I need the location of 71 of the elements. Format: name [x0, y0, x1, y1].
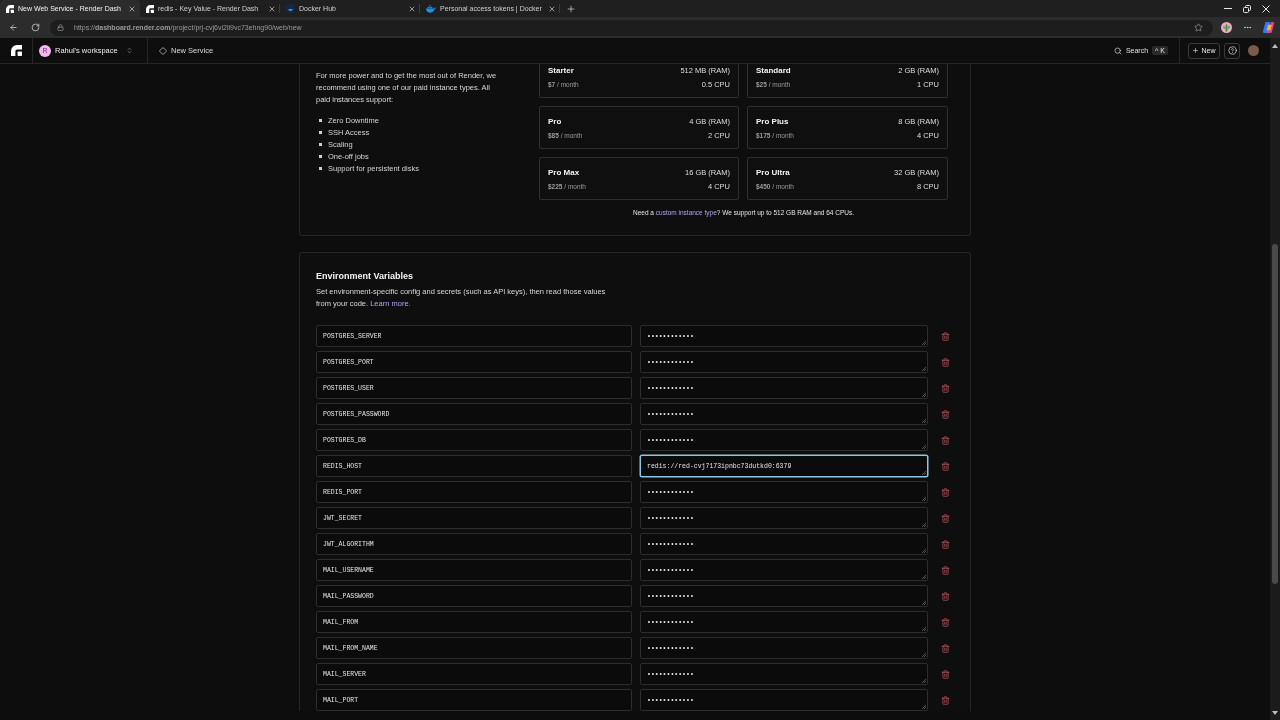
new-tab-icon[interactable]	[566, 3, 576, 14]
help-button[interactable]	[1224, 42, 1240, 59]
resize-handle-icon[interactable]	[922, 367, 926, 371]
scroll-down-icon[interactable]	[1272, 711, 1278, 715]
plan-name: Pro Ultra	[756, 167, 790, 177]
trash-icon[interactable]	[940, 513, 950, 523]
close-icon[interactable]	[548, 4, 556, 13]
scroll-up-icon[interactable]	[1272, 44, 1278, 48]
trash-icon[interactable]	[940, 409, 950, 419]
resize-handle-icon[interactable]	[922, 549, 926, 553]
resize-handle-icon[interactable]	[922, 523, 926, 527]
trash-icon[interactable]	[940, 617, 950, 627]
trash-icon[interactable]	[940, 695, 950, 705]
logo-icon	[10, 45, 22, 56]
plan-name: Pro	[548, 116, 562, 126]
cactus-avatar-icon[interactable]	[1221, 22, 1232, 33]
bullet-icon	[319, 142, 322, 146]
star-icon[interactable]	[1194, 23, 1203, 32]
chevrons-icon	[125, 47, 133, 54]
resize-handle-icon[interactable]	[922, 679, 926, 683]
search-icon	[1113, 46, 1122, 55]
multicolor-app-icon[interactable]	[1263, 22, 1274, 33]
trash-icon[interactable]	[940, 565, 950, 575]
plan-name: Pro Max	[548, 167, 580, 177]
trash-icon[interactable]	[940, 669, 950, 679]
trash-icon[interactable]	[940, 331, 950, 341]
resize-handle-icon[interactable]	[922, 341, 926, 345]
resize-handle-icon[interactable]	[922, 445, 926, 449]
resize-handle-icon[interactable]	[922, 497, 926, 501]
plan-name: Starter	[548, 65, 574, 75]
plan-name: Standard	[756, 65, 791, 75]
whale-icon	[426, 4, 436, 13]
trash-icon[interactable]	[940, 591, 950, 601]
more-icon[interactable]	[1243, 23, 1252, 32]
reload-icon[interactable]	[31, 23, 40, 32]
trash-icon[interactable]	[940, 435, 950, 445]
trash-icon[interactable]	[940, 539, 950, 549]
logo-icon	[146, 4, 154, 13]
bullet-icon	[319, 118, 322, 122]
bullet-icon	[319, 154, 322, 158]
close-icon[interactable]	[268, 4, 276, 13]
scrollbar-thumb[interactable]	[1272, 244, 1278, 584]
resize-handle-icon[interactable]	[922, 419, 926, 423]
resize-handle-icon[interactable]	[922, 393, 926, 397]
trash-icon[interactable]	[940, 487, 950, 497]
circle-logo-icon	[286, 4, 295, 13]
close-icon[interactable]	[408, 4, 416, 13]
restore-icon[interactable]	[1243, 4, 1251, 13]
scrollbar[interactable]	[1270, 38, 1280, 720]
resize-handle-icon[interactable]	[922, 653, 926, 657]
trash-icon[interactable]	[940, 643, 950, 653]
user-avatar[interactable]	[1248, 45, 1259, 56]
logo-icon	[6, 4, 14, 13]
plan-name: Pro Plus	[756, 116, 789, 126]
lock-icon	[57, 24, 64, 31]
resize-handle-icon[interactable]	[922, 575, 926, 579]
help-icon	[1227, 46, 1237, 55]
trash-icon[interactable]	[940, 461, 950, 471]
resize-handle-icon[interactable]	[922, 705, 926, 709]
resize-handle-icon[interactable]	[922, 471, 926, 475]
bullet-icon	[319, 130, 322, 134]
section-title: Environment Variables	[316, 270, 415, 283]
trash-icon[interactable]	[940, 383, 950, 393]
resize-handle-icon[interactable]	[922, 601, 926, 605]
resize-handle-icon[interactable]	[922, 627, 926, 631]
close-icon[interactable]	[1262, 4, 1270, 13]
plus-icon	[1192, 47, 1200, 54]
back-icon[interactable]	[9, 23, 18, 32]
trash-icon[interactable]	[940, 357, 950, 367]
bullet-icon	[319, 166, 322, 170]
diamond-icon	[159, 46, 167, 55]
